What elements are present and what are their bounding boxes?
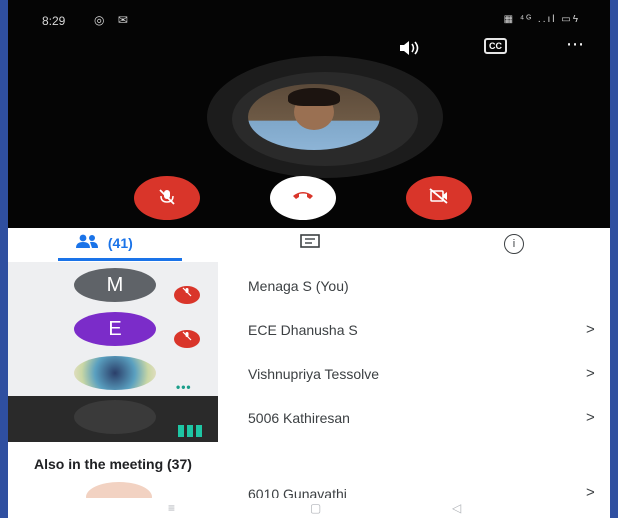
status-bar: 8:29 ◎ ✉ ▦ ⁴ᴳ ..ıl ▭ϟ <box>8 0 610 38</box>
participant-avatar <box>74 356 156 390</box>
tab-info[interactable]: i <box>504 234 524 254</box>
participant-row[interactable]: 5006 Kathiresan > <box>8 396 610 440</box>
home-nav-icon[interactable]: ▢ <box>310 501 321 515</box>
chevron-right-icon: > <box>586 365 595 382</box>
participant-name: Vishnupriya Tessolve <box>248 366 380 382</box>
section-heading: Also in the meeting (37) <box>34 456 192 472</box>
end-call-button[interactable] <box>270 176 336 220</box>
phone-hangup-icon <box>270 185 336 206</box>
participant-name: 5006 Kathiresan <box>248 410 350 426</box>
people-icon <box>74 234 104 251</box>
participant-row[interactable]: M Menaga S (You) <box>8 264 610 308</box>
system-icons: ▦ ⁴ᴳ ..ıl ▭ϟ <box>503 14 580 25</box>
participant-avatar: M <box>74 268 156 302</box>
audio-level-dots-icon: ••• <box>176 380 192 394</box>
tab-chat[interactable] <box>300 234 320 255</box>
camera-off-icon <box>406 188 472 209</box>
muted-badge-icon <box>174 286 200 304</box>
speaker-icon[interactable] <box>398 40 420 59</box>
muted-badge-icon <box>174 330 200 348</box>
participant-avatar <box>74 400 156 434</box>
chat-icon <box>300 234 320 254</box>
participant-row[interactable]: ••• Vishnupriya Tessolve > <box>8 352 610 396</box>
system-navigation-bar: ≡ ▢ ◁ <box>8 498 610 518</box>
camera-toggle-button[interactable] <box>406 176 472 220</box>
tab-people[interactable]: (41) <box>74 234 133 251</box>
mic-off-icon <box>134 188 200 211</box>
mute-microphone-button[interactable] <box>134 176 200 220</box>
participant-name: Menaga S (You) <box>248 278 349 294</box>
tab-bar: (41) i <box>8 228 610 262</box>
participant-avatar: E <box>74 312 156 346</box>
chevron-right-icon: > <box>586 409 595 426</box>
people-count: (41) <box>107 235 133 251</box>
phone-screen: 8:29 ◎ ✉ ▦ ⁴ᴳ ..ıl ▭ϟ CC ⋯ (41) i M Mena… <box>8 0 610 518</box>
more-options-icon[interactable]: ⋯ <box>566 34 585 55</box>
self-video-avatar <box>248 84 380 150</box>
speaking-indicator-icon <box>178 424 208 438</box>
participant-row[interactable]: E ECE Dhanusha S > <box>8 308 610 352</box>
active-tab-indicator <box>58 258 182 261</box>
avatar-hair <box>288 88 340 106</box>
participant-name: ECE Dhanusha S <box>248 322 358 338</box>
captions-button[interactable]: CC <box>484 38 507 54</box>
chevron-right-icon: > <box>586 321 595 338</box>
notification-icons: ◎ ✉ <box>94 13 133 27</box>
menu-nav-icon[interactable]: ≡ <box>168 501 175 515</box>
back-nav-icon[interactable]: ◁ <box>452 501 461 515</box>
call-view: 8:29 ◎ ✉ ▦ ⁴ᴳ ..ıl ▭ϟ CC ⋯ <box>8 0 610 228</box>
status-time: 8:29 <box>42 14 66 28</box>
